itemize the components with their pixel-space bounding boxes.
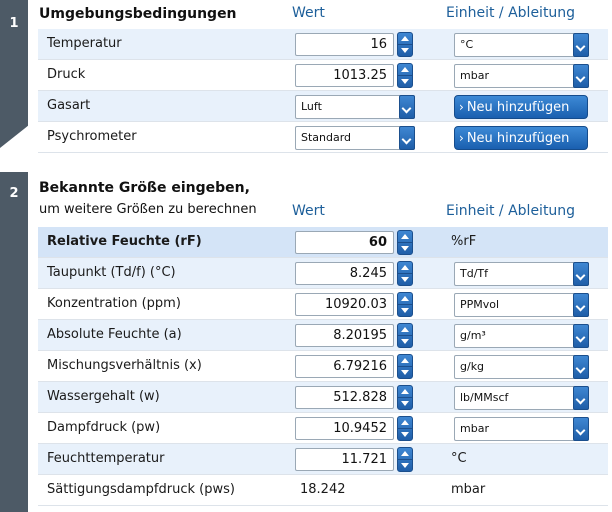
row-taupunkt: Taupunkt (Td/f) (°C) 8.245 Td/Tf: [38, 258, 608, 289]
taupunkt-spinner[interactable]: [397, 261, 413, 286]
column-header-value: Wert: [292, 5, 325, 21]
label-dampfdruck: Dampfdruck (pw): [47, 420, 161, 435]
label-relative-feuchte: Relative Feuchte (rF): [47, 234, 202, 249]
section-number: 1: [9, 16, 19, 31]
chevron-down-icon[interactable]: [573, 386, 589, 410]
dampfdruck-unit-value: mbar: [460, 422, 489, 435]
absolute-feuchte-input[interactable]: 8.20195: [295, 324, 394, 347]
label-feuchttemperatur: Feuchttemperatur: [47, 451, 165, 466]
label-wassergehalt: Wassergehalt (w): [47, 389, 160, 404]
dampfdruck-input[interactable]: 10.9452: [295, 417, 394, 440]
chevron-right-icon: ›: [459, 131, 464, 145]
wassergehalt-spinner[interactable]: [397, 385, 413, 410]
konzentration-input[interactable]: 10920.03: [295, 293, 394, 316]
feuchttemperatur-spinner[interactable]: [397, 447, 413, 472]
row-psychrometer: Psychrometer Standard › Neu hinzufügen: [38, 122, 608, 153]
taupunkt-unit-value: Td/Tf: [460, 267, 488, 280]
absolute-feuchte-unit-select[interactable]: g/m³: [454, 324, 589, 348]
psychrometer-value: Standard: [301, 131, 352, 144]
gasart-add-label: Neu hinzufügen: [466, 100, 570, 115]
section-title: Bekannte Größe eingeben,: [39, 180, 250, 196]
druck-unit-select[interactable]: mbar: [454, 64, 589, 88]
psychrometer-select[interactable]: Standard: [295, 126, 415, 150]
wassergehalt-input[interactable]: 512.828: [295, 386, 394, 409]
relative-feuchte-unit: %rF: [451, 234, 477, 249]
row-dampfdruck: Dampfdruck (pw) 10.9452 mbar: [38, 413, 608, 444]
row-gasart: Gasart Luft › Neu hinzufügen: [38, 91, 608, 122]
wassergehalt-unit-value: lb/MMscf: [460, 391, 509, 404]
saettigungsdampfdruck-value: 18.242: [300, 482, 346, 497]
label-gasart: Gasart: [47, 98, 91, 113]
chevron-down-icon[interactable]: [573, 293, 589, 317]
chevron-down-icon[interactable]: [573, 417, 589, 441]
chevron-down-icon[interactable]: [573, 262, 589, 286]
row-feuchttemperatur: Feuchttemperatur 11.721 °C: [38, 444, 608, 475]
konzentration-unit-select[interactable]: PPMvol: [454, 293, 589, 317]
section-ambient-conditions: 1 Umgebungsbedingungen Wert Einheit / Ab…: [0, 0, 612, 156]
section-number-tab: 2: [0, 172, 28, 512]
column-header-unit: Einheit / Ableitung: [446, 203, 576, 219]
feuchttemperatur-input[interactable]: 11.721: [295, 448, 394, 471]
row-wassergehalt: Wassergehalt (w) 512.828 lb/MMscf: [38, 382, 608, 413]
gasart-add-button[interactable]: › Neu hinzufügen: [454, 95, 588, 119]
dampfdruck-unit-select[interactable]: mbar: [454, 417, 589, 441]
druck-input[interactable]: 1013.25: [295, 64, 394, 87]
feuchttemperatur-unit: °C: [451, 451, 467, 466]
column-header-unit: Einheit / Ableitung: [446, 5, 576, 21]
label-mischungsverhaeltnis: Mischungsverhältnis (x): [47, 358, 202, 373]
temperatur-unit-select[interactable]: °C: [454, 33, 589, 57]
gasart-select[interactable]: Luft: [295, 95, 415, 119]
label-absolute-feuchte: Absolute Feuchte (a): [47, 327, 182, 342]
wassergehalt-unit-select[interactable]: lb/MMscf: [454, 386, 589, 410]
section-title: Umgebungsbedingungen: [39, 6, 237, 22]
druck-unit-value: mbar: [460, 69, 489, 82]
section-number-tab: 1: [0, 0, 28, 148]
row-absolute-feuchte: Absolute Feuchte (a) 8.20195 g/m³: [38, 320, 608, 351]
section-number: 2: [9, 186, 19, 201]
label-psychrometer: Psychrometer: [47, 129, 137, 144]
chevron-down-icon[interactable]: [573, 33, 589, 57]
mischungsverhaeltnis-spinner[interactable]: [397, 354, 413, 379]
row-konzentration: Konzentration (ppm) 10920.03 PPMvol: [38, 289, 608, 320]
psychrometer-add-button[interactable]: › Neu hinzufügen: [454, 126, 588, 150]
chevron-right-icon: ›: [459, 100, 464, 114]
mischungsverhaeltnis-unit-value: g/kg: [460, 360, 485, 373]
label-konzentration: Konzentration (ppm): [47, 296, 181, 311]
chevron-down-icon[interactable]: [399, 126, 415, 150]
section-subtitle: um weitere Größen zu berechnen: [39, 202, 257, 217]
temperatur-unit-value: °C: [460, 38, 474, 51]
label-saettigungsdampfdruck: Sättigungsdampfdruck (pws): [47, 482, 235, 497]
row-mischungsverhaeltnis: Mischungsverhältnis (x) 6.79216 g/kg: [38, 351, 608, 382]
chevron-down-icon[interactable]: [573, 324, 589, 348]
row-druck: Druck 1013.25 mbar: [38, 60, 608, 91]
temperatur-input[interactable]: 16: [295, 33, 394, 56]
gasart-value: Luft: [301, 100, 322, 113]
dampfdruck-spinner[interactable]: [397, 416, 413, 441]
mischungsverhaeltnis-input[interactable]: 6.79216: [295, 355, 394, 378]
konzentration-unit-value: PPMvol: [460, 298, 500, 311]
druck-spinner[interactable]: [397, 63, 413, 88]
temperatur-spinner[interactable]: [397, 32, 413, 57]
taupunkt-unit-select[interactable]: Td/Tf: [454, 262, 589, 286]
relative-feuchte-spinner[interactable]: [397, 230, 413, 255]
saettigungsdampfdruck-unit: mbar: [451, 482, 486, 497]
row-relative-feuchte: Relative Feuchte (rF) 60 %rF: [38, 227, 608, 258]
chevron-down-icon[interactable]: [573, 64, 589, 88]
konzentration-spinner[interactable]: [397, 292, 413, 317]
label-taupunkt: Taupunkt (Td/f) (°C): [47, 265, 176, 280]
section-known-quantity: 2 Bekannte Größe eingeben, um weitere Gr…: [0, 172, 612, 512]
relative-feuchte-input[interactable]: 60: [295, 231, 394, 254]
label-temperatur: Temperatur: [47, 36, 122, 51]
column-header-value: Wert: [292, 203, 325, 219]
row-temperatur: Temperatur 16 °C: [38, 29, 608, 60]
absolute-feuchte-spinner[interactable]: [397, 323, 413, 348]
mischungsverhaeltnis-unit-select[interactable]: g/kg: [454, 355, 589, 379]
chevron-down-icon[interactable]: [399, 95, 415, 119]
taupunkt-input[interactable]: 8.245: [295, 262, 394, 285]
chevron-down-icon[interactable]: [573, 355, 589, 379]
label-druck: Druck: [47, 67, 86, 82]
row-saettigungsdampfdruck: Sättigungsdampfdruck (pws) 18.242 mbar: [38, 475, 608, 506]
absolute-feuchte-unit-value: g/m³: [460, 329, 486, 342]
psychrometer-add-label: Neu hinzufügen: [466, 131, 570, 146]
